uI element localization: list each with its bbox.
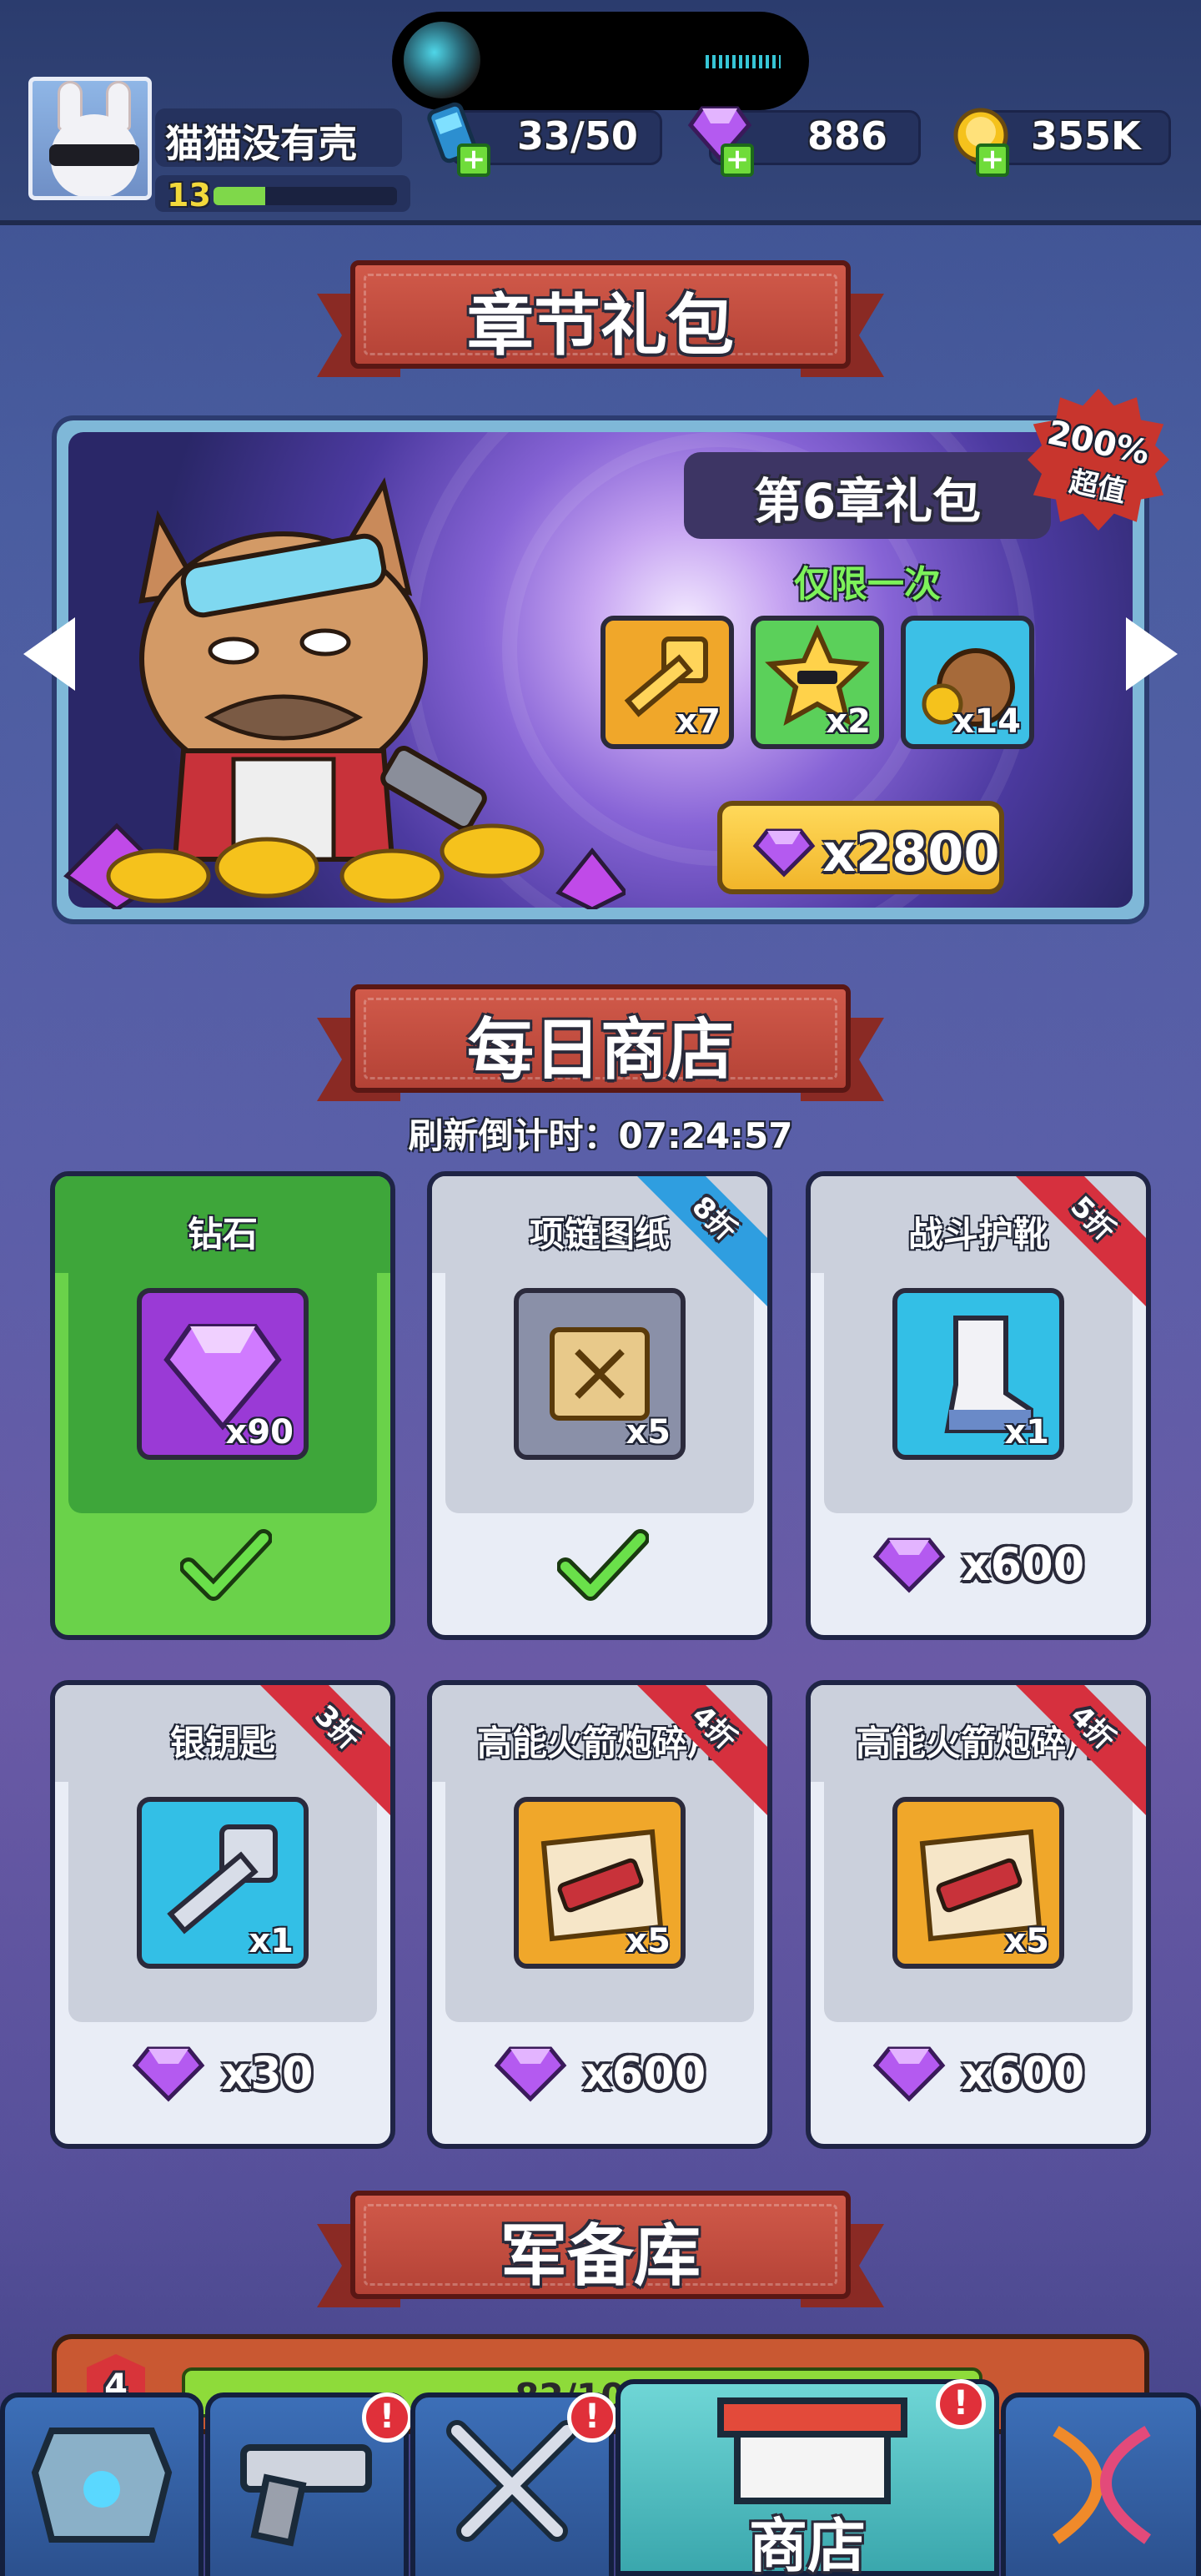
shop-card-qty: x5 xyxy=(1004,1922,1049,1960)
pack-next-arrow[interactable] xyxy=(1126,617,1178,691)
shop-card-rocket-fragment[interactable]: 高能火箭炮碎片 x5 x600 4折 xyxy=(427,1680,772,2149)
tab-shop[interactable]: 商店 ! xyxy=(616,2379,999,2576)
daily-shop-ribbon: 每日商店 xyxy=(317,984,884,1109)
avatar[interactable] xyxy=(28,77,152,200)
username: 猫猫没有壳 xyxy=(165,121,357,166)
gem-icon xyxy=(872,1537,946,1593)
tab-battle[interactable]: ! xyxy=(410,2392,617,2576)
pack-price: x2800 xyxy=(822,823,1000,883)
shop-card-icon: x5 xyxy=(514,1288,686,1460)
bottom-nav: ! ! 商店 ! xyxy=(0,2379,1201,2576)
pack-limit-label: 仅限一次 xyxy=(794,563,941,606)
pack-item-golden-key[interactable]: x7 xyxy=(600,616,734,749)
shop-card-price-button[interactable]: x600 xyxy=(811,1535,1146,1593)
shop-card-diamond[interactable]: 钻石 x90 xyxy=(50,1171,395,1640)
tab-shop-label: 商店 xyxy=(749,2512,866,2576)
shop-card-price: x30 xyxy=(221,2046,314,2100)
coin-pile-illustration xyxy=(63,823,626,909)
gem-icon xyxy=(872,2046,946,2102)
add-energy-button[interactable]: + xyxy=(457,143,490,177)
purchased-check-icon xyxy=(180,1529,272,1601)
purchased-check-icon xyxy=(557,1529,649,1601)
energy-value: 33/50 xyxy=(517,113,638,158)
pack-prev-arrow[interactable] xyxy=(23,617,75,691)
dna-icon xyxy=(1052,2425,1152,2544)
armor-icon xyxy=(31,2428,173,2543)
shop-card-icon: x5 xyxy=(514,1797,686,1969)
shop-card-qty: x1 xyxy=(249,1922,294,1960)
chapter-pack-ribbon: 章节礼包 xyxy=(317,260,884,385)
shop-card-title: 钻石 xyxy=(187,1214,258,1255)
xp-bar-fill xyxy=(214,187,265,205)
add-gold-button[interactable]: + xyxy=(976,143,1009,177)
shop-card-necklace-blueprint[interactable]: 项链图纸 x5 8折 xyxy=(427,1171,772,1640)
daily-shop-heading: 每日商店 xyxy=(467,1011,734,1089)
gold-value: 355K xyxy=(1031,113,1141,158)
audio-wave-icon xyxy=(706,55,781,68)
chapter-pack-heading: 章节礼包 xyxy=(467,287,734,365)
pack-item-golden-badge[interactable]: x2 xyxy=(751,616,884,749)
shop-card-combat-boots[interactable]: 战斗护靴 x1 x600 5折 xyxy=(806,1171,1151,1640)
weapons-alert-badge: ! xyxy=(362,2392,412,2443)
top-bar: 猫猫没有壳 13 + 33/50 + 886 + 355K xyxy=(0,0,1201,225)
shop-card-price-button[interactable]: x600 xyxy=(432,2044,767,2102)
shop-card-price: x600 xyxy=(961,1537,1085,1591)
shop-card-price-button[interactable]: x600 xyxy=(811,2044,1146,2102)
armory-ribbon: 军备库 xyxy=(317,2191,884,2316)
status-island xyxy=(392,12,809,110)
battle-alert-badge: ! xyxy=(567,2392,617,2443)
shop-card-qty: x1 xyxy=(1004,1413,1049,1452)
pack-item-qty: x7 xyxy=(676,702,721,741)
pack-buy-button[interactable]: x2800 xyxy=(717,801,1004,894)
shop-card-qty: x5 xyxy=(626,1413,671,1452)
player-level: 13 xyxy=(167,177,211,214)
shop-card-price: x600 xyxy=(961,2046,1085,2100)
shop-card-qty: x5 xyxy=(626,1922,671,1960)
add-gems-button[interactable]: + xyxy=(721,143,754,177)
shop-alert-badge: ! xyxy=(936,2379,986,2429)
shop-card-qty: x90 xyxy=(225,1413,294,1452)
shop-card-silver-key[interactable]: 银钥匙 x1 x30 3折 xyxy=(50,1680,395,2149)
pack-item-qty: x14 xyxy=(952,702,1021,741)
gem-icon xyxy=(133,2046,205,2102)
gem-icon xyxy=(494,2046,567,2102)
shop-card-icon: x1 xyxy=(137,1797,309,1969)
pack-item-qty: x2 xyxy=(826,702,871,741)
armory-heading: 军备库 xyxy=(500,2217,701,2295)
shop-card-rocket-fragment[interactable]: 高能火箭炮碎片 x5 x600 4折 xyxy=(806,1680,1151,2149)
shop-card-icon: x1 xyxy=(892,1288,1064,1460)
app-logo-icon xyxy=(404,22,480,98)
tab-equipment[interactable] xyxy=(0,2392,204,2576)
tab-genes[interactable] xyxy=(1001,2392,1201,2576)
refresh-countdown: 刷新倒计时：07:24:57 xyxy=(408,1115,793,1156)
shop-card-price-button[interactable]: x30 xyxy=(55,2044,390,2102)
sunglasses-icon xyxy=(49,144,139,166)
shop-card-icon: x90 xyxy=(137,1288,309,1460)
shop-card-price: x600 xyxy=(582,2046,706,2100)
tab-weapons[interactable]: ! xyxy=(205,2392,412,2576)
xp-bar xyxy=(214,187,397,205)
pack-item-coin-bag[interactable]: x14 xyxy=(901,616,1034,749)
gems-value: 886 xyxy=(807,113,888,158)
gem-icon xyxy=(752,828,816,878)
shop-card-icon: x5 xyxy=(892,1797,1064,1969)
pack-title: 第6章礼包 xyxy=(753,473,982,530)
